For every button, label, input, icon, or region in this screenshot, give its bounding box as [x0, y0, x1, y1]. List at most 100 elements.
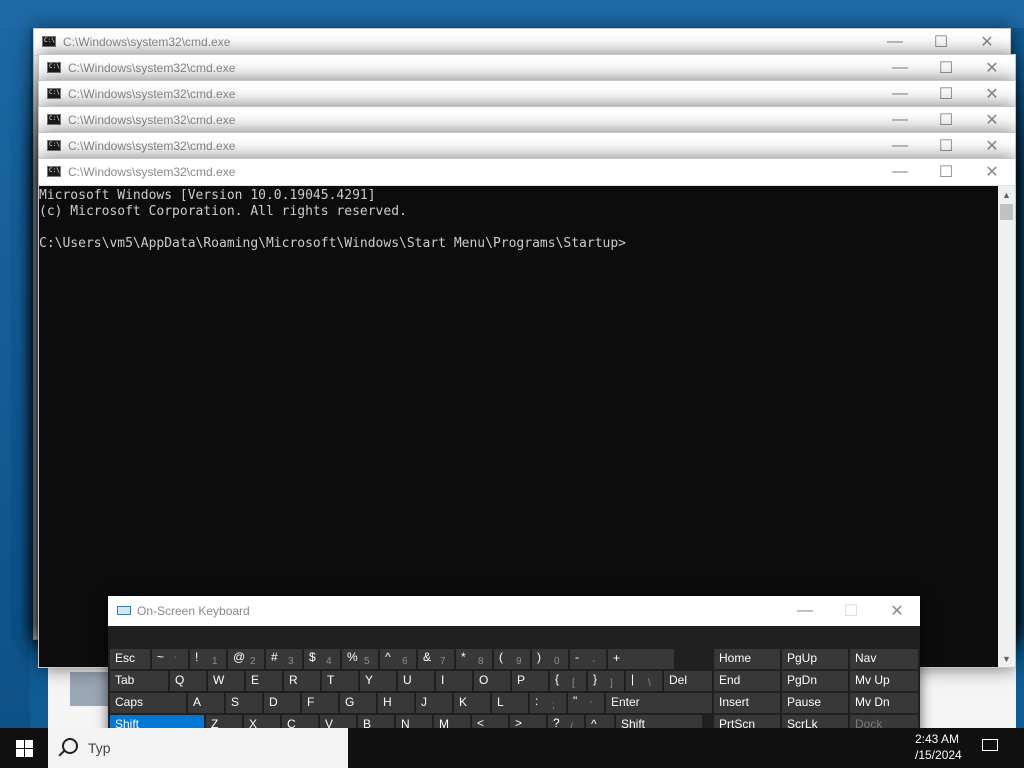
key-letter[interactable]: O	[474, 671, 510, 691]
cmd-icon	[47, 140, 61, 151]
cmd-titlebar[interactable]: C:\Windows\system32\cmd.exe — ☐ ✕	[39, 81, 1015, 108]
key-letter[interactable]: W	[208, 671, 244, 691]
key-letter[interactable]: J	[416, 693, 452, 713]
key-upper-label: :	[535, 694, 539, 708]
key-mv-dn[interactable]: Mv Dn	[850, 693, 918, 713]
cmd-titlebar[interactable]: C:\Windows\system32\cmd.exe — ☐ ✕	[39, 159, 1015, 186]
key-letter[interactable]: Q	[170, 671, 206, 691]
cmd-icon	[47, 114, 61, 125]
key-number[interactable]: --	[570, 649, 606, 669]
cmd-window-active[interactable]: C:\Windows\system32\cmd.exe — ☐ ✕ Micros…	[38, 158, 1016, 668]
key-end[interactable]: End	[714, 671, 780, 691]
key-enter[interactable]: Enter	[606, 693, 712, 713]
maximize-button[interactable]: ☐	[923, 159, 969, 185]
close-button[interactable]: ✕	[969, 81, 1015, 107]
maximize-button[interactable]: ☐	[923, 133, 969, 159]
key-number[interactable]: ~ `	[152, 649, 188, 669]
cmd-icon	[47, 166, 61, 177]
console-scrollbar[interactable]: ▲ ▼	[998, 186, 1015, 667]
key-colon[interactable]: :;	[530, 693, 566, 713]
scroll-up-arrow-icon[interactable]: ▲	[998, 186, 1015, 203]
key-letter[interactable]: F	[302, 693, 338, 713]
key-letter[interactable]: L	[492, 693, 528, 713]
start-button[interactable]	[0, 728, 48, 768]
key-letter[interactable]: K	[454, 693, 490, 713]
key-tab[interactable]: Tab	[110, 671, 168, 691]
cmd-title: C:\Windows\system32\cmd.exe	[68, 139, 236, 153]
minimize-button[interactable]: —	[877, 133, 923, 159]
console-line: C:\Users\vm5\AppData\Roaming\Microsoft\W…	[39, 236, 626, 251]
cmd-titlebar[interactable]: C:\Windows\system32\cmd.exe — ☐ ✕	[39, 107, 1015, 134]
console-output[interactable]: Microsoft Windows [Version 10.0.19045.42…	[39, 186, 1015, 667]
close-button[interactable]: ✕	[969, 55, 1015, 81]
close-button[interactable]: ✕	[969, 133, 1015, 159]
key-number[interactable]: (9	[494, 649, 530, 669]
key-letter[interactable]: T	[322, 671, 358, 691]
key-nav[interactable]: Nav	[850, 649, 918, 669]
key-letter[interactable]: E	[246, 671, 282, 691]
key-pause[interactable]: Pause	[782, 693, 848, 713]
key-letter[interactable]: I	[436, 671, 472, 691]
key-delete[interactable]: Del	[664, 671, 712, 691]
search-box[interactable]: Typ	[48, 728, 348, 768]
key-pgdn[interactable]: PgDn	[782, 671, 848, 691]
key-number[interactable]: ^ 6	[380, 649, 416, 669]
osk-titlebar[interactable]: On-Screen Keyboard — ☐ ✕	[108, 596, 920, 626]
osk-minimize-button[interactable]: —	[782, 596, 828, 626]
key-number[interactable]: % 5	[342, 649, 378, 669]
clock-date[interactable]: /15/2024	[915, 748, 962, 762]
key-letter[interactable]: U	[398, 671, 434, 691]
cmd-titlebar[interactable]: C:\Windows\system32\cmd.exe — ☐ ✕	[39, 133, 1015, 160]
key-letter[interactable]: S	[226, 693, 262, 713]
key-backspace[interactable]: +	[608, 649, 674, 669]
maximize-button[interactable]: ☐	[923, 81, 969, 107]
key-letter[interactable]: H	[378, 693, 414, 713]
osk-close-button[interactable]: ✕	[874, 596, 920, 626]
key-pgup[interactable]: PgUp	[782, 649, 848, 669]
minimize-button[interactable]: —	[877, 107, 923, 133]
maximize-button[interactable]: ☐	[923, 107, 969, 133]
osk-title: On-Screen Keyboard	[137, 604, 250, 618]
key-home[interactable]: Home	[714, 649, 780, 669]
notification-icon[interactable]	[982, 739, 998, 751]
close-button[interactable]: ✕	[964, 29, 1010, 55]
key-letter[interactable]: G	[340, 693, 376, 713]
key-letter[interactable]: D	[264, 693, 300, 713]
clock-time[interactable]: 2:43 AM	[915, 732, 959, 746]
key-insert[interactable]: Insert	[714, 693, 780, 713]
key-number[interactable]: & 7	[418, 649, 454, 669]
key-number[interactable]: @2	[228, 649, 264, 669]
key-quote[interactable]: " '	[568, 693, 604, 713]
key-mv-up[interactable]: Mv Up	[850, 671, 918, 691]
key-caps[interactable]: Caps	[110, 693, 186, 713]
close-button[interactable]: ✕	[969, 159, 1015, 185]
key-number[interactable]: $4	[304, 649, 340, 669]
key-number[interactable]: ) 0	[532, 649, 568, 669]
key-brace-open[interactable]: {[	[550, 671, 586, 691]
cmd-titlebar[interactable]: C:\Windows\system32\cmd.exe — ☐ ✕	[34, 29, 1010, 56]
maximize-button[interactable]: ☐	[923, 55, 969, 81]
key-pipe[interactable]: | \	[626, 671, 662, 691]
key-number[interactable]: ! 1	[190, 649, 226, 669]
minimize-button[interactable]: —	[877, 81, 923, 107]
minimize-button[interactable]: —	[877, 55, 923, 81]
key-letter[interactable]: A	[188, 693, 224, 713]
key-brace-close[interactable]: }]	[588, 671, 624, 691]
key-number[interactable]: #3	[266, 649, 302, 669]
scroll-down-arrow-icon[interactable]: ▼	[998, 650, 1015, 667]
key-upper-label: )	[537, 650, 541, 664]
key-esc[interactable]: Esc	[110, 649, 150, 669]
scroll-thumb[interactable]	[1000, 204, 1013, 220]
minimize-button[interactable]: —	[872, 29, 918, 55]
key-letter[interactable]: R	[284, 671, 320, 691]
maximize-button[interactable]: ☐	[918, 29, 964, 55]
cmd-title: C:\Windows\system32\cmd.exe	[68, 113, 236, 127]
key-lower-label: 2	[250, 656, 256, 667]
cmd-titlebar[interactable]: C:\Windows\system32\cmd.exe — ☐ ✕	[39, 55, 1015, 82]
keyboard-icon	[117, 606, 131, 615]
key-number[interactable]: * 8	[456, 649, 492, 669]
minimize-button[interactable]: —	[877, 159, 923, 185]
key-letter[interactable]: Y	[360, 671, 396, 691]
close-button[interactable]: ✕	[969, 107, 1015, 133]
key-letter[interactable]: P	[512, 671, 548, 691]
